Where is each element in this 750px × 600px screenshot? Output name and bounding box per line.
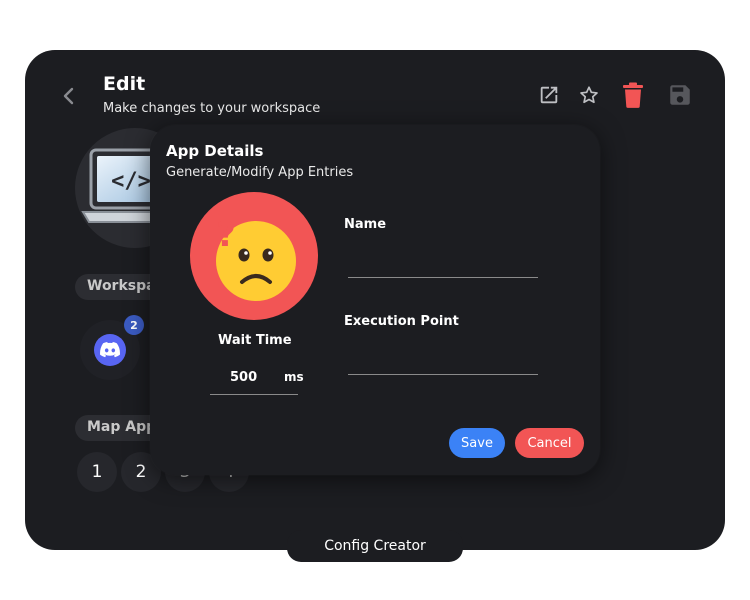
svg-text:?: ? [216, 215, 236, 255]
delete-button[interactable] [619, 80, 647, 110]
wait-time-unit: ms [284, 370, 304, 384]
page-title: Edit [103, 73, 146, 95]
back-button[interactable] [59, 84, 79, 108]
wait-time-label: Wait Time [218, 333, 292, 348]
app-icon-picker[interactable]: ? [190, 192, 318, 320]
save-button[interactable]: Save [449, 428, 505, 458]
name-input[interactable] [348, 242, 538, 278]
app-details-dialog: App Details Generate/Modify App Entries … [150, 125, 600, 475]
page-subtitle: Make changes to your workspace [103, 101, 321, 116]
external-link-icon [540, 86, 558, 104]
dialog-title: App Details [166, 142, 264, 160]
open-external-button[interactable] [536, 82, 562, 108]
name-label: Name [344, 217, 387, 232]
execution-point-label: Execution Point [344, 314, 459, 329]
execution-point-input[interactable] [348, 339, 538, 375]
map-slot-1[interactable]: 1 [77, 452, 117, 492]
floppy-disk-icon [670, 85, 690, 105]
favorite-button[interactable] [576, 82, 602, 108]
trash-icon [623, 82, 643, 108]
discord-icon [94, 334, 126, 366]
app-count-badge: 2 [124, 315, 144, 335]
save-workspace-button[interactable] [666, 81, 694, 109]
confused-face-icon: ? [216, 215, 296, 301]
cancel-button[interactable]: Cancel [515, 428, 584, 458]
dialog-subtitle: Generate/Modify App Entries [166, 165, 354, 180]
chevron-left-icon [63, 87, 74, 105]
footer-tab: Config Creator [287, 530, 463, 562]
star-outline-icon [580, 86, 598, 104]
svg-text:</>: </> [111, 169, 151, 194]
